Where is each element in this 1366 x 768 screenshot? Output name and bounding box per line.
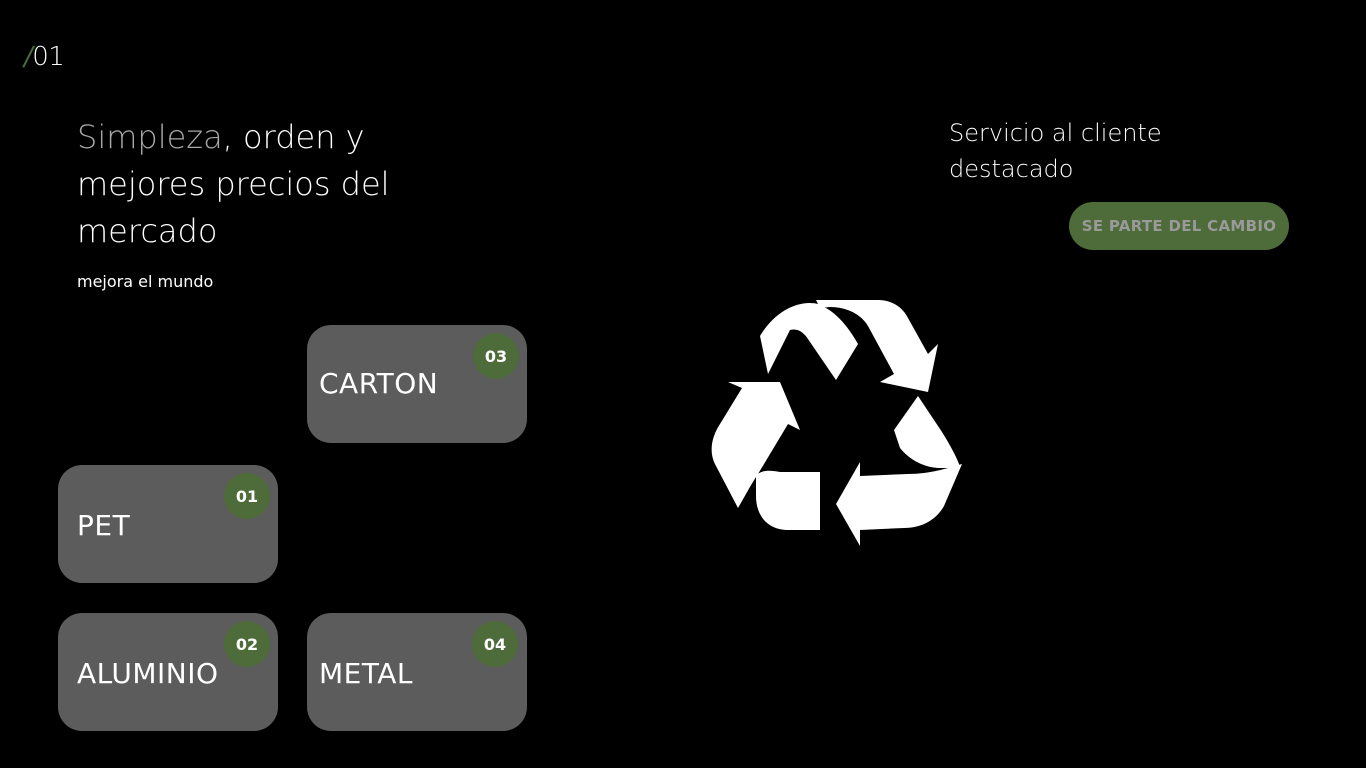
page-title: Simpleza, orden y mejores precios del me… xyxy=(77,114,457,255)
material-card-badge: 01 xyxy=(224,473,270,519)
material-card-label: CARTON xyxy=(319,367,439,400)
service-text: Servicio al cliente destacado xyxy=(949,119,1162,183)
material-card-pet[interactable]: PET 01 xyxy=(58,465,278,583)
material-card-label: METAL xyxy=(319,657,414,690)
material-card-label: PET xyxy=(77,509,131,542)
material-card-carton[interactable]: CARTON 03 xyxy=(307,325,527,443)
material-card-badge: 02 xyxy=(224,621,270,667)
material-card-metal[interactable]: METAL 04 xyxy=(307,613,527,731)
material-card-aluminio[interactable]: ALUMINIO 02 xyxy=(58,613,278,731)
material-card-badge: 04 xyxy=(472,621,518,667)
material-card-badge: 03 xyxy=(473,333,519,379)
title-highlight: Simpleza xyxy=(77,118,223,156)
join-change-button[interactable]: SE PARTE DEL CAMBIO xyxy=(1069,202,1289,250)
slide-number: /01 xyxy=(24,42,65,72)
page-subtitle: mejora el mundo xyxy=(77,272,214,291)
slide-page: /01 Simpleza, orden y mejores precios de… xyxy=(0,0,1366,768)
recycle-icon xyxy=(711,300,962,546)
slide-number-value: 01 xyxy=(32,42,65,72)
material-card-label: ALUMINIO xyxy=(77,657,219,690)
